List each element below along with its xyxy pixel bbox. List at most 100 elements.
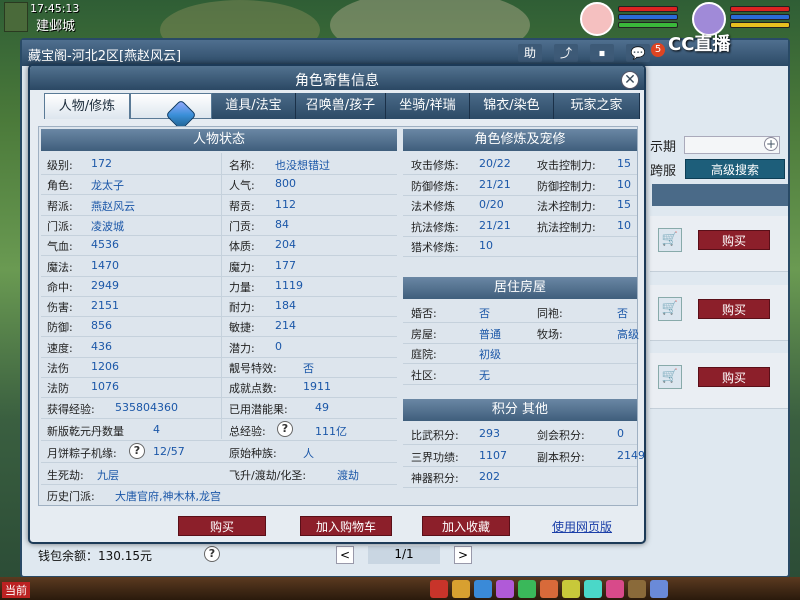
row-divider <box>403 465 637 467</box>
prev-page-button[interactable]: < <box>336 546 354 564</box>
share-icon[interactable]: ⤴ <box>554 44 578 62</box>
race-value: 人 <box>303 447 314 460</box>
mooncake-value: 12/57 <box>153 445 185 458</box>
house-value: 普通 <box>479 327 501 341</box>
buy-button[interactable]: 购买 <box>698 299 770 319</box>
status-section-header: 人物状态 <box>41 129 397 151</box>
mooncake-help-icon[interactable]: ? <box>129 443 145 459</box>
row-divider <box>41 214 397 216</box>
tab-pets-children[interactable]: 召唤兽/孩子 <box>296 93 386 119</box>
add-icon[interactable]: + <box>764 137 778 151</box>
page-indicator: 1/1 <box>368 546 440 564</box>
close-icon[interactable]: ✕ <box>621 71 639 89</box>
player-mp-bar <box>730 14 790 20</box>
status-value: 燕赵风云 <box>91 199 135 213</box>
status-value: 172 <box>91 157 112 170</box>
status-value: 1119 <box>275 278 303 292</box>
status-label: 人气: <box>229 179 255 193</box>
status-value: 龙太子 <box>91 179 124 193</box>
status-value: 否 <box>303 362 314 375</box>
row-divider <box>403 215 637 216</box>
minimap[interactable] <box>4 2 28 32</box>
market-window-title: 藏宝阁-河北2区[燕赵风云] <box>28 49 182 64</box>
list-item: 🛒 购买 <box>650 285 788 341</box>
buy-button[interactable]: 购买 <box>698 367 770 387</box>
cultivation-label: 猎术修炼: <box>411 241 459 254</box>
add-to-cart-button[interactable]: 加入购物车 <box>300 516 392 536</box>
tab-character-cultivation[interactable]: 人物/修炼 <box>44 93 130 119</box>
dialog-title: 角色寄售信息 <box>295 73 379 89</box>
house-label: 房屋: <box>411 327 437 341</box>
give-icon[interactable] <box>474 580 492 598</box>
use-web-version-link[interactable]: 使用网页版 <box>552 518 612 535</box>
cross-server-label: 跨服 <box>650 164 677 179</box>
chat-icon[interactable]: 💬 <box>626 44 650 62</box>
house-value: 否 <box>479 307 490 320</box>
status-label: 成就点数: <box>229 382 277 396</box>
status-value: 177 <box>275 258 296 272</box>
quick-icon[interactable] <box>606 580 624 598</box>
cultivation-label: 抗法控制力: <box>537 220 596 234</box>
tab-mounts[interactable]: 坐骑/祥瑞 <box>386 93 470 119</box>
row-divider <box>41 255 397 257</box>
advanced-search-button[interactable]: 高级搜索 <box>685 159 785 179</box>
tab-costumes[interactable]: 锦衣/染色 <box>470 93 554 119</box>
buy-button[interactable]: 购买 <box>698 230 770 250</box>
status-label: 帮派: <box>47 199 73 213</box>
house-value: 高级 <box>617 327 639 341</box>
tab-player-home[interactable]: 玩家之家 <box>554 93 640 119</box>
cultivation-label: 防御修炼: <box>411 179 459 193</box>
points-label: 副本积分: <box>537 450 585 464</box>
status-label: 法防 <box>47 382 69 396</box>
row-divider <box>41 194 397 196</box>
exp-value: 535804360 <box>115 401 178 414</box>
guild-icon[interactable] <box>584 580 602 598</box>
wallet-help-icon[interactable]: ? <box>204 546 220 562</box>
role-consignment-dialog: 角色寄售信息 ✕ 人物/修炼 道具/法宝 召唤兽/孩子 坐骑/祥瑞 锦衣/染色 … <box>28 64 646 544</box>
tab-items-treasure[interactable]: 道具/法宝 <box>212 93 296 119</box>
cultivation-value: 21/21 <box>479 177 511 191</box>
status-label: 法伤 <box>47 362 69 375</box>
points-value: 202 <box>479 470 500 483</box>
pet-hp-bar <box>618 6 678 12</box>
status-value: 856 <box>91 319 112 333</box>
trade-icon[interactable] <box>496 580 514 598</box>
add-to-favorites-button[interactable]: 加入收藏 <box>422 516 510 536</box>
ascend-label: 飞升/渡劫/化圣: <box>229 469 307 482</box>
status-value: 4536 <box>91 238 119 252</box>
cultivation-value: 21/21 <box>479 218 511 232</box>
friends-icon[interactable] <box>628 580 646 598</box>
row-divider <box>403 363 637 364</box>
status-label: 体质: <box>229 240 255 254</box>
pet-avatar[interactable] <box>580 2 614 36</box>
status-value: 1076 <box>91 380 119 394</box>
house-label: 社区: <box>411 368 437 382</box>
item-icon[interactable] <box>452 580 470 598</box>
location-name: 建邺城 <box>36 19 76 34</box>
cultivation-value: 10 <box>617 177 631 191</box>
cultivation-value: 15 <box>617 157 631 170</box>
help-icon[interactable]: 助 <box>518 44 542 62</box>
task-icon[interactable] <box>562 580 580 598</box>
row-divider <box>403 235 637 237</box>
buy-button[interactable]: 购买 <box>178 516 266 536</box>
cart-icon[interactable]: 🛒 <box>658 228 682 252</box>
status-label: 力量: <box>229 280 255 294</box>
pet-icon[interactable] <box>540 580 558 598</box>
status-label: 命中: <box>47 280 73 294</box>
list-item: 🛒 购买 <box>650 216 788 272</box>
ascend-value: 渡劫 <box>337 469 359 482</box>
attack-icon[interactable] <box>430 580 448 598</box>
system-icon[interactable] <box>650 580 668 598</box>
status-value: 84 <box>275 217 289 231</box>
stop-icon[interactable]: ⏹ <box>590 44 614 62</box>
status-value: 2949 <box>91 278 119 292</box>
cart-icon[interactable]: 🛒 <box>658 297 682 321</box>
cart-icon[interactable]: 🛒 <box>658 365 682 389</box>
channel-current-tab[interactable]: 当前 <box>2 582 30 598</box>
status-value: 2151 <box>91 299 119 313</box>
total-exp-help-icon[interactable]: ? <box>277 421 293 437</box>
team-icon[interactable] <box>518 580 536 598</box>
next-page-button[interactable]: > <box>454 546 472 564</box>
status-label: 级别: <box>47 159 73 172</box>
